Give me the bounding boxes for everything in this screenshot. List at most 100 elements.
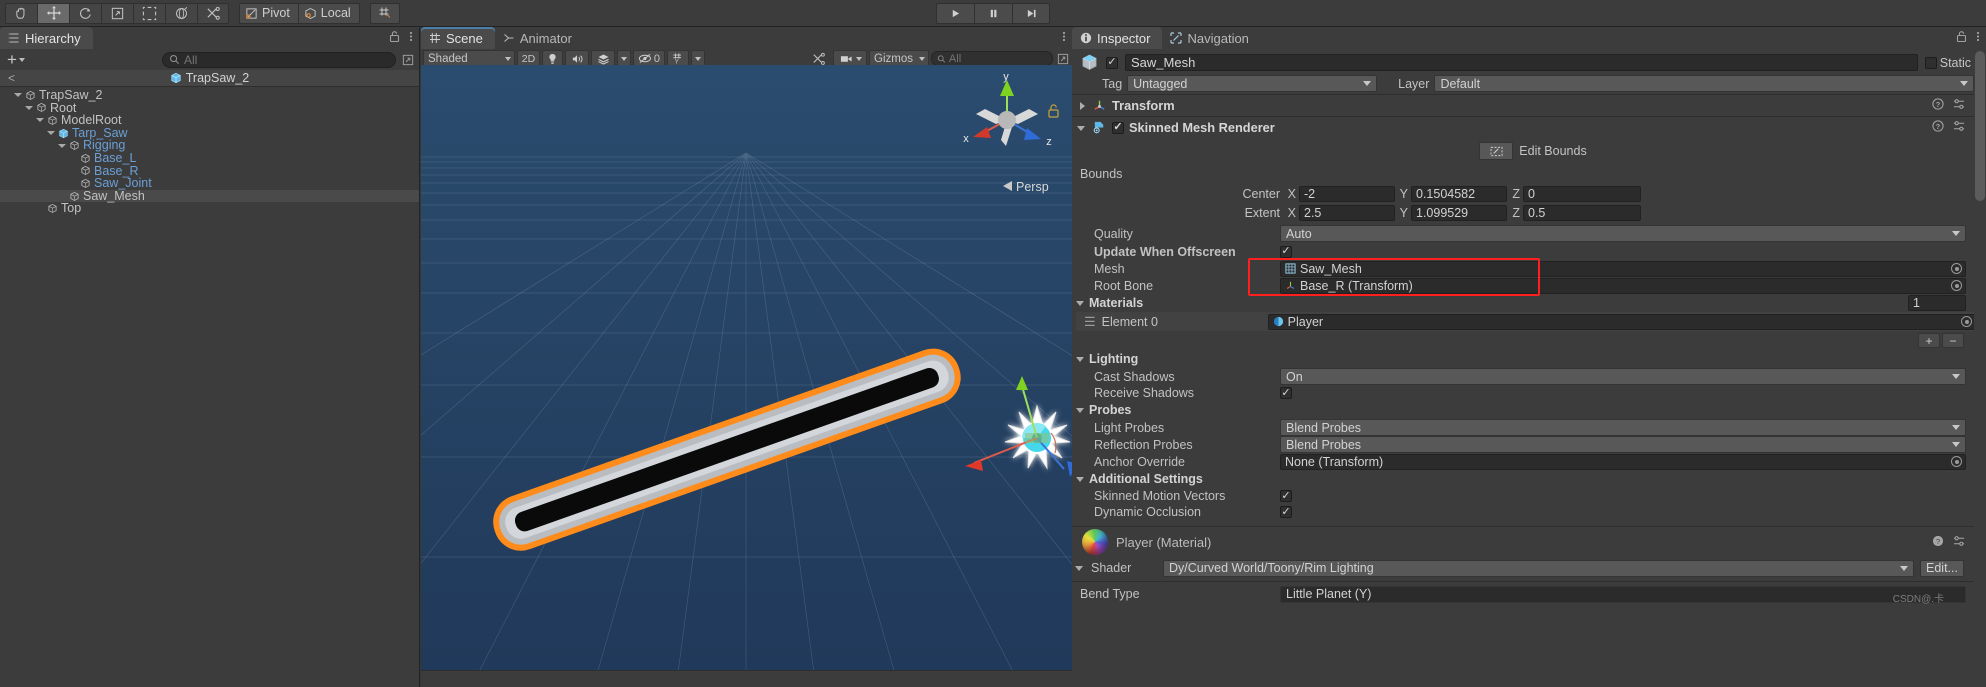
probes-foldout-icon[interactable] (1076, 405, 1086, 415)
edit-shader-button[interactable]: Edit... (1920, 559, 1964, 577)
chevron-down-icon[interactable] (57, 141, 66, 150)
edit-bounds-button[interactable] (1479, 142, 1514, 160)
light-probes-dropdown[interactable]: Blend Probes (1280, 419, 1966, 436)
materials-foldout-icon[interactable] (1076, 298, 1086, 308)
help-icon[interactable]: ? (1932, 535, 1944, 550)
step-button[interactable] (1012, 2, 1050, 24)
lock-icon[interactable] (1956, 30, 1967, 46)
component-smr-header[interactable]: Skinned Mesh Renderer ? (1072, 116, 1986, 138)
scale-tool-button[interactable] (101, 2, 133, 24)
inspector-scroll-thumb[interactable] (1975, 51, 1985, 201)
static-checkbox[interactable] (1924, 56, 1937, 69)
hierarchy-item-saw_mesh[interactable]: Saw_Mesh (0, 189, 419, 203)
bend-type-dropdown[interactable]: Little Planet (Y) (1280, 585, 1966, 603)
hierarchy-search-box[interactable] (161, 51, 396, 68)
hierarchy-item-base_r[interactable]: Base_R (0, 165, 419, 178)
tab-navigation[interactable]: Navigation (1162, 27, 1260, 49)
transform-tool-button[interactable] (165, 2, 197, 24)
scene-menu-icon[interactable] (1062, 30, 1066, 46)
grid-snap-button[interactable] (369, 2, 400, 24)
play-button[interactable] (936, 2, 974, 24)
preset-icon[interactable] (1953, 535, 1965, 550)
element0-object-field[interactable]: Player (1267, 313, 1976, 330)
move-tool-button[interactable] (37, 2, 69, 24)
transform-foldout-icon[interactable] (1077, 101, 1087, 111)
anchor-override-object-field[interactable]: None (Transform) (1280, 453, 1966, 470)
tab-inspector[interactable]: Inspector (1072, 27, 1163, 49)
help-icon[interactable]: ? (1932, 120, 1944, 135)
chevron-down-icon[interactable] (24, 103, 33, 112)
inspector-scrollbar[interactable] (1974, 49, 1986, 687)
hierarchy-item-saw_joint[interactable]: Saw_Joint (0, 177, 419, 190)
dynamic-occlusion-checkbox[interactable] (1280, 506, 1292, 518)
root-bone-object-field[interactable]: Base_R (Transform) (1280, 277, 1966, 294)
scene-search-box[interactable] (931, 51, 1053, 66)
custom-editor-tool-button[interactable] (197, 2, 229, 24)
preset-icon[interactable] (1953, 120, 1965, 135)
drag-handle-icon[interactable]: ☰ (1084, 314, 1096, 330)
lighting-foldout-icon[interactable] (1076, 354, 1086, 364)
extent-z-field[interactable]: 0.5 (1523, 204, 1641, 221)
lock-icon[interactable] (389, 30, 400, 46)
hierarchy-maximize-icon[interactable] (400, 52, 415, 67)
additional-settings-foldout-icon[interactable] (1076, 474, 1086, 484)
anchor-override-picker-icon[interactable] (1951, 456, 1962, 467)
hierarchy-item-modelroot[interactable]: ModelRoot (0, 114, 419, 127)
inspector-menu-icon[interactable] (1976, 30, 1980, 46)
rotate-tool-button[interactable] (69, 2, 101, 24)
component-transform-header[interactable]: Transform ? (1072, 94, 1986, 116)
smr-enabled-checkbox[interactable] (1112, 121, 1124, 134)
smr-foldout-icon[interactable] (1077, 123, 1087, 133)
back-icon[interactable]: < (8, 71, 15, 85)
cast-shadows-dropdown[interactable]: On (1280, 368, 1966, 385)
center-z-field[interactable]: 0 (1523, 185, 1641, 202)
element0-picker-icon[interactable] (1961, 316, 1972, 327)
tab-animator[interactable]: Animator (495, 27, 584, 49)
scene-search-input[interactable] (948, 52, 1047, 65)
hierarchy-item-tarp_saw[interactable]: Tarp_Saw (0, 127, 419, 140)
extent-y-field[interactable]: 1.099529 (1411, 204, 1507, 221)
help-icon[interactable]: ? (1932, 98, 1944, 113)
receive-shadows-checkbox[interactable] (1280, 387, 1292, 399)
space-toggle-button[interactable]: Local (298, 2, 360, 24)
tab-scene[interactable]: Scene (421, 27, 495, 49)
preset-icon[interactable] (1953, 98, 1965, 113)
add-gameobject-button[interactable]: + (4, 51, 28, 68)
material-header[interactable]: Player (Material) ? (1072, 527, 1986, 557)
material-foldout-icon[interactable] (1075, 563, 1085, 573)
hierarchy-menu-icon[interactable] (409, 30, 413, 46)
hierarchy-item-rigging[interactable]: Rigging (0, 139, 419, 152)
reflection-probes-dropdown[interactable]: Blend Probes (1280, 436, 1966, 453)
skinned-motion-vectors-checkbox[interactable] (1280, 490, 1292, 502)
chevron-down-icon[interactable] (46, 129, 55, 138)
chevron-down-icon[interactable] (35, 116, 44, 125)
layer-dropdown[interactable]: Default (1434, 75, 1974, 92)
object-name-field[interactable]: Saw_Mesh (1125, 54, 1918, 71)
scene-maximize-icon[interactable] (1055, 51, 1070, 66)
chevron-down-icon[interactable] (13, 91, 22, 100)
tag-dropdown[interactable]: Untagged (1127, 75, 1378, 92)
root-bone-picker-icon[interactable] (1951, 280, 1962, 291)
pivot-toggle-button[interactable]: Pivot (239, 2, 299, 24)
remove-material-button[interactable]: − (1942, 333, 1964, 348)
hand-tool-button[interactable] (5, 2, 37, 24)
update-offscreen-checkbox[interactable] (1280, 245, 1292, 258)
hierarchy-item-base_l[interactable]: Base_L (0, 152, 419, 165)
shader-dropdown[interactable]: Dy/Curved World/Toony/Rim Lighting (1163, 559, 1914, 577)
tab-hierarchy[interactable]: Hierarchy (0, 27, 93, 49)
static-toggle-group[interactable]: Static (1924, 56, 1980, 70)
extent-x-field[interactable]: 2.5 (1299, 204, 1395, 221)
object-enabled-checkbox[interactable] (1106, 56, 1118, 69)
add-material-button[interactable]: + (1918, 333, 1940, 348)
rect-tool-button[interactable] (133, 2, 165, 24)
mesh-object-field[interactable]: Saw_Mesh (1280, 260, 1966, 277)
center-y-field[interactable]: 0.1504582 (1411, 185, 1507, 202)
pause-button[interactable] (974, 2, 1012, 24)
mesh-picker-icon[interactable] (1951, 263, 1962, 274)
scene-viewport[interactable]: y x z Persp (421, 65, 1072, 670)
hierarchy-item-trapsaw_2[interactable]: TrapSaw_2 (0, 89, 419, 102)
materials-count-field[interactable]: 1 (1908, 295, 1966, 311)
hierarchy-item-top[interactable]: Top (0, 202, 419, 215)
quality-dropdown[interactable]: Auto (1280, 225, 1966, 242)
center-x-field[interactable]: -2 (1299, 185, 1395, 202)
